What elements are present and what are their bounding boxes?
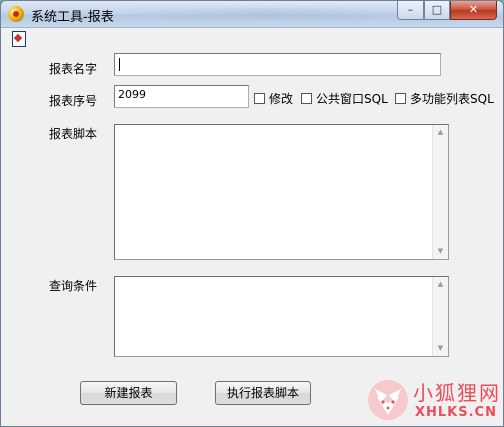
- query-condition-label: 查询条件: [49, 279, 98, 293]
- report-name-label: 报表名字: [49, 62, 98, 76]
- report-script-label: 报表脚本: [49, 127, 98, 141]
- title-bar[interactable]: 系统工具-报表 – □ ✕: [1, 1, 503, 28]
- watermark-text-cn: 小狐狸网: [413, 381, 501, 405]
- report-script-textarea[interactable]: ▲ ▼: [114, 124, 449, 260]
- report-script-scrollbar[interactable]: ▲ ▼: [432, 125, 448, 259]
- scroll-up-icon[interactable]: ▲: [433, 277, 448, 292]
- checkbox-multi-list-sql-label: 多功能列表SQL: [410, 92, 494, 106]
- report-seq-label: 报表序号: [49, 94, 98, 108]
- title-bar-blur: [121, 9, 411, 19]
- checkbox-public-window-sql[interactable]: 公共窗口SQL: [301, 90, 388, 107]
- scroll-down-icon[interactable]: ▼: [433, 244, 448, 259]
- watermark-text-en: XHLKS.CN: [415, 405, 497, 420]
- scroll-up-icon[interactable]: ▲: [433, 125, 448, 140]
- maximize-button[interactable]: □: [424, 1, 450, 20]
- new-report-button[interactable]: 新建报表: [80, 381, 177, 405]
- query-condition-scrollbar[interactable]: ▲ ▼: [432, 277, 448, 356]
- minimize-button[interactable]: –: [397, 1, 424, 20]
- report-seq-input[interactable]: 2099: [114, 85, 249, 108]
- checkbox-public-window-sql-box[interactable]: [301, 93, 312, 104]
- checkbox-multi-list-sql[interactable]: 多功能列表SQL: [395, 90, 494, 107]
- query-condition-textarea[interactable]: ▲ ▼: [114, 276, 449, 357]
- checkbox-modify-box[interactable]: [254, 93, 265, 104]
- close-button[interactable]: ✕: [450, 1, 497, 20]
- scroll-down-icon[interactable]: ▼: [433, 341, 448, 356]
- checkbox-public-window-sql-label: 公共窗口SQL: [316, 92, 388, 106]
- run-report-script-button[interactable]: 执行报表脚本: [215, 381, 311, 405]
- checkbox-multi-list-sql-box[interactable]: [395, 93, 406, 104]
- text-caret: [119, 58, 120, 71]
- watermark: 小狐狸网 XHLKS.CN: [361, 375, 503, 426]
- report-tool-window: 系统工具-报表 – □ ✕ 报表名字 报表序号 2099 修改 公共窗口SQL …: [0, 0, 504, 427]
- checkbox-modify-label: 修改: [269, 92, 294, 106]
- report-name-input[interactable]: [114, 53, 441, 76]
- fox-logo-icon: [368, 380, 408, 420]
- report-seq-value: 2099: [118, 88, 146, 101]
- report-doc-icon[interactable]: [12, 31, 26, 47]
- checkbox-modify[interactable]: 修改: [254, 90, 293, 107]
- app-logo-icon: [8, 6, 24, 22]
- window-title: 系统工具-报表: [31, 10, 114, 25]
